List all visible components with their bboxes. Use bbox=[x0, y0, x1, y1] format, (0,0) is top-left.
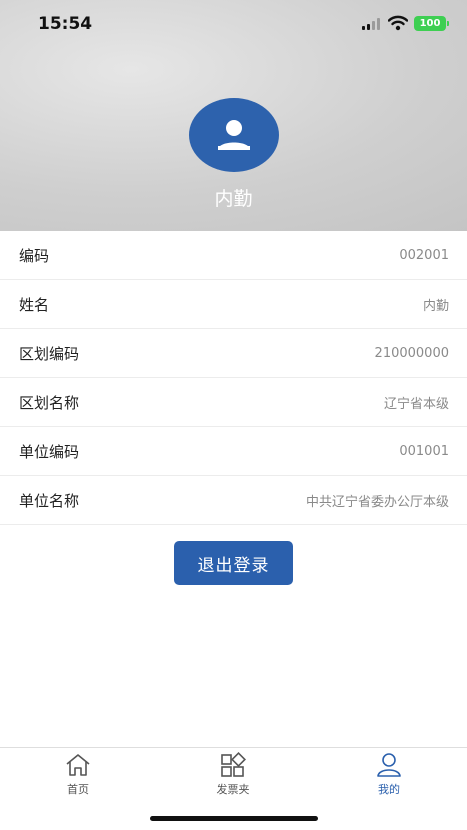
tab-label: 首页 bbox=[67, 783, 89, 796]
row-label: 单位编码 bbox=[19, 442, 80, 461]
battery-level: 100 bbox=[419, 18, 441, 29]
row-value: 中共辽宁省委办公厅本级 bbox=[305, 494, 449, 510]
person-icon bbox=[377, 753, 401, 777]
profile-name: 内勤 bbox=[214, 188, 253, 210]
wifi-icon bbox=[388, 15, 408, 31]
info-row-region-name: 区划名称 辽宁省本级 bbox=[0, 378, 467, 427]
status-bar: 15:54 100 bbox=[0, 0, 467, 48]
home-indicator bbox=[150, 816, 318, 821]
tab-invoices[interactable]: 发票夹 bbox=[193, 752, 273, 798]
row-label: 区划编码 bbox=[19, 344, 80, 363]
battery-indicator: 100 bbox=[414, 16, 449, 31]
tab-mine[interactable]: 我的 bbox=[349, 752, 429, 798]
row-value: 001001 bbox=[399, 443, 449, 459]
avatar[interactable] bbox=[189, 98, 279, 172]
row-value: 210000000 bbox=[374, 345, 449, 361]
row-label: 区划名称 bbox=[19, 393, 80, 412]
apps-icon bbox=[221, 752, 246, 777]
row-value: 辽宁省本级 bbox=[383, 396, 449, 412]
info-row-unit-name: 单位名称 中共辽宁省委办公厅本级 bbox=[0, 476, 467, 525]
info-row-name: 姓名 内勤 bbox=[0, 280, 467, 329]
profile-screen: 15:54 100 内勤 编码 002001 姓名 内勤 区划编码 210000… bbox=[0, 0, 467, 830]
info-row-unit-code: 单位编码 001001 bbox=[0, 427, 467, 476]
tab-label: 我的 bbox=[378, 783, 400, 796]
tab-home[interactable]: 首页 bbox=[38, 752, 118, 798]
tab-label: 发票夹 bbox=[216, 783, 250, 796]
row-label: 单位名称 bbox=[19, 491, 80, 510]
status-time: 15:54 bbox=[38, 14, 93, 34]
signal-icon bbox=[362, 18, 380, 30]
user-icon bbox=[218, 120, 250, 150]
info-row-region-code: 区划编码 210000000 bbox=[0, 329, 467, 378]
row-label: 姓名 bbox=[19, 295, 50, 314]
info-list: 编码 002001 姓名 内勤 区划编码 210000000 区划名称 辽宁省本… bbox=[0, 231, 467, 525]
profile-header: 15:54 100 内勤 bbox=[0, 0, 467, 231]
logout-button[interactable]: 退出登录 bbox=[174, 541, 293, 585]
info-row-code: 编码 002001 bbox=[0, 231, 467, 280]
row-value: 002001 bbox=[399, 247, 449, 263]
row-label: 编码 bbox=[19, 246, 50, 265]
row-value: 内勤 bbox=[422, 298, 449, 314]
home-icon bbox=[66, 754, 90, 776]
